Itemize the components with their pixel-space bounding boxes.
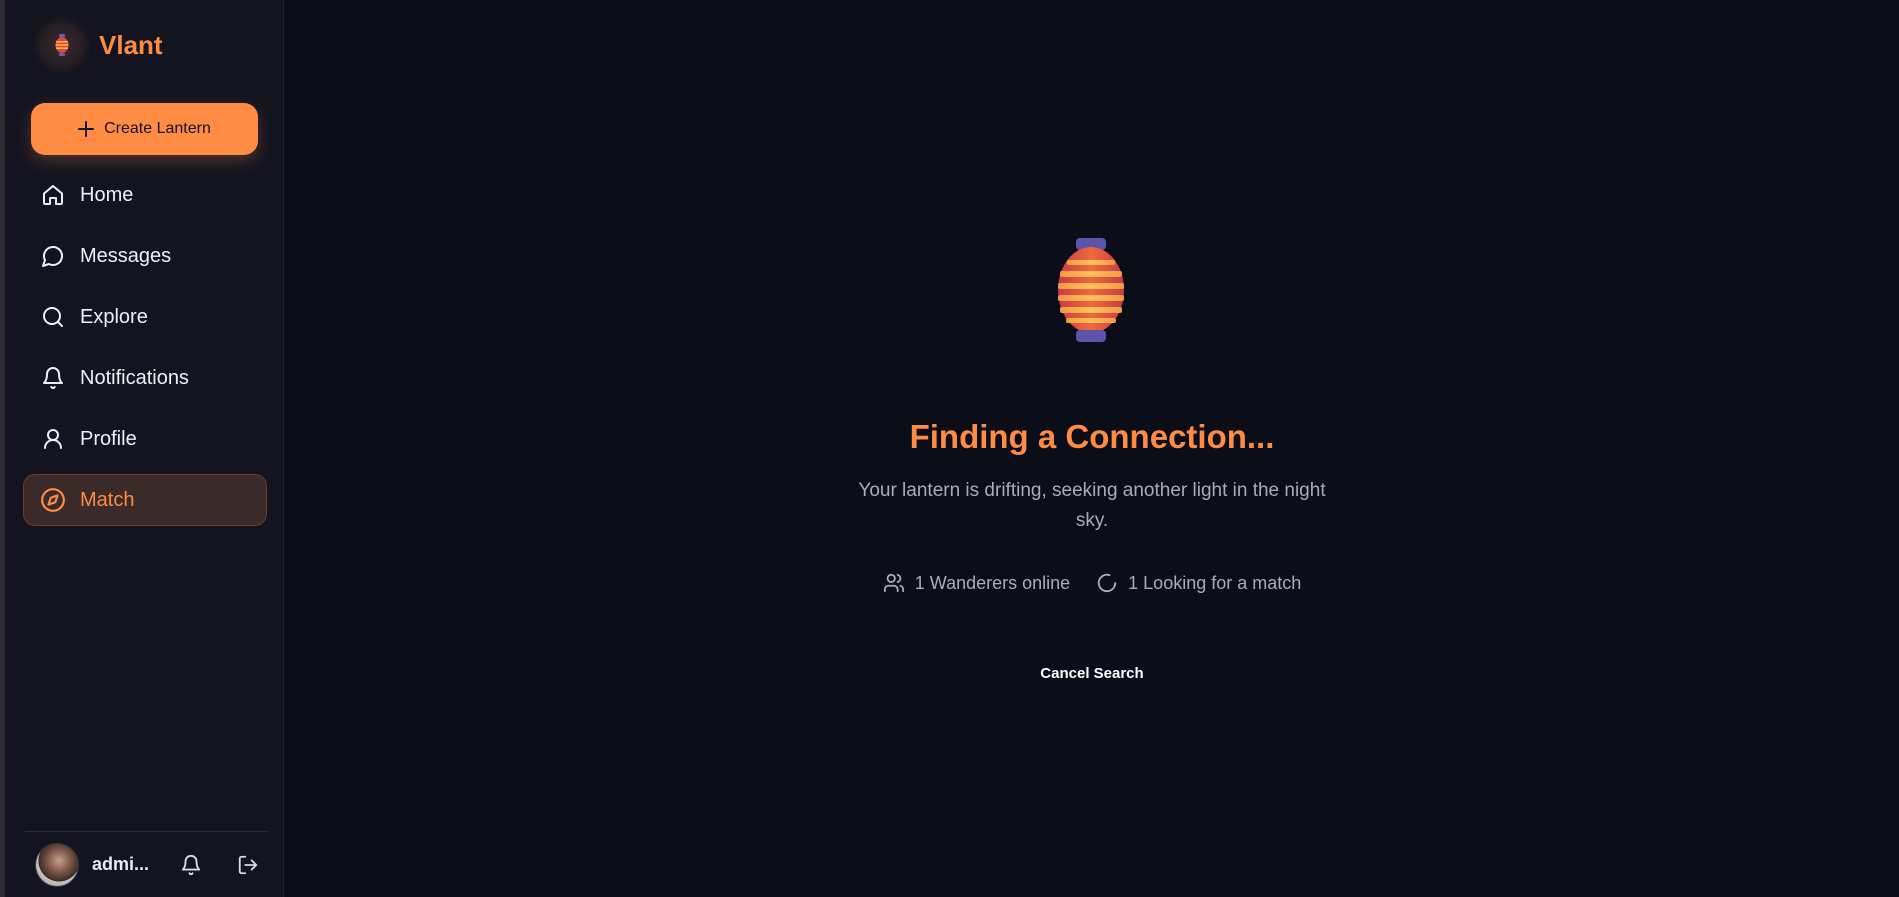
sidebar-item-label: Home (80, 183, 134, 206)
lantern-icon (1056, 236, 1126, 344)
app-window: Vlant Create Lantern Home Messages Explo… (0, 0, 1899, 897)
sidebar-item-label: Match (80, 488, 135, 511)
logout-icon[interactable] (235, 852, 261, 878)
match-stats: 1 Wanderers online 1 Looking for a match (285, 572, 1899, 594)
main-content: Finding a Connection... Your lantern is … (285, 0, 1899, 897)
sidebar-item-home[interactable]: Home (23, 169, 267, 221)
lantern-logo-icon (39, 22, 85, 68)
message-icon (40, 243, 66, 269)
status-description: Your lantern is drifting, seeking anothe… (858, 480, 1326, 531)
create-lantern-button[interactable]: Create Lantern (31, 103, 258, 155)
sidebar-item-profile[interactable]: Profile (23, 413, 267, 465)
looking-stat: 1 Looking for a match (1096, 572, 1301, 594)
sidebar-item-messages[interactable]: Messages (23, 230, 267, 282)
brand-logo[interactable]: Vlant (39, 22, 163, 68)
username: admi... (92, 854, 150, 874)
sidebar-item-label: Explore (80, 305, 148, 328)
home-icon (40, 182, 66, 208)
plus-icon (78, 121, 95, 137)
bell-icon[interactable] (178, 852, 204, 878)
sidebar-nav: Home Messages Explore Notifications Prof… (23, 169, 267, 535)
user-panel: admi... (25, 831, 269, 897)
brand-name: Vlant (99, 29, 163, 60)
online-stat: 1 Wanderers online (883, 572, 1070, 594)
search-icon (40, 304, 66, 330)
online-count: 1 Wanderers online (914, 572, 1071, 593)
sidebar-item-label: Profile (80, 427, 137, 450)
sidebar-item-match[interactable]: Match (23, 474, 267, 526)
looking-count: 1 Looking for a match (1128, 572, 1302, 593)
sidebar-item-label: Messages (80, 244, 172, 267)
bell-icon (40, 365, 66, 391)
sidebar-item-notifications[interactable]: Notifications (23, 352, 267, 404)
page-title: Finding a Connection... (909, 418, 1275, 455)
create-lantern-label: Create Lantern (104, 120, 211, 137)
cancel-search-button[interactable]: Cancel Search (992, 658, 1192, 688)
sidebar-item-label: Notifications (80, 366, 189, 389)
users-icon (883, 573, 904, 593)
sidebar-item-explore[interactable]: Explore (23, 291, 267, 343)
avatar[interactable] (35, 842, 79, 887)
loader-icon (1098, 573, 1117, 593)
user-icon (40, 426, 66, 452)
sidebar: Vlant Create Lantern Home Messages Explo… (5, 0, 284, 897)
compass-icon (40, 487, 66, 513)
